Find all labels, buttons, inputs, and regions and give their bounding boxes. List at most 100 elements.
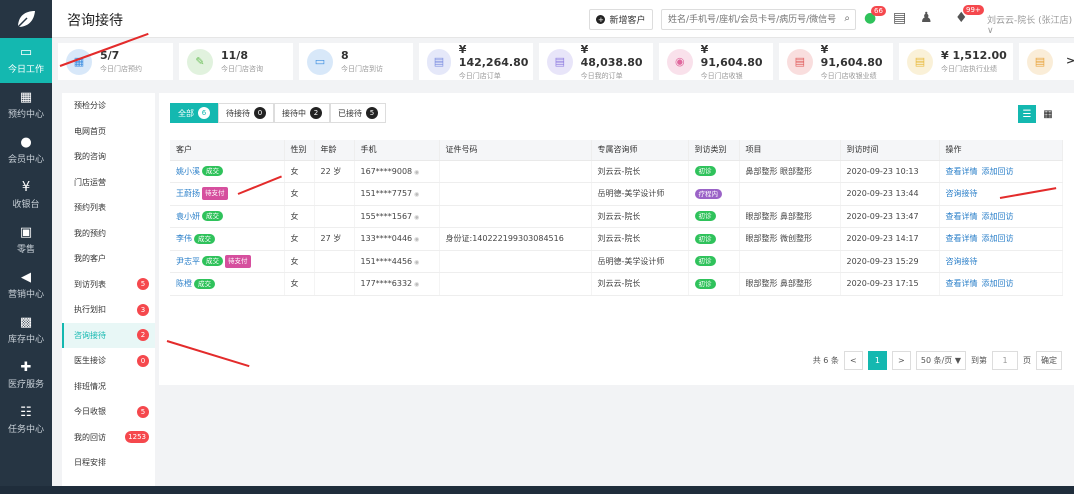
side-nav-item[interactable]: 我的咨询 xyxy=(62,144,155,170)
side-nav-item[interactable]: 我的预约 xyxy=(62,221,155,247)
user-menu[interactable]: 刘云云-院长 (张江店) ∨ xyxy=(987,13,1074,36)
side-nav-item[interactable]: 今日收银 5 xyxy=(62,399,155,425)
left-nav-item[interactable]: ● 会员中心 xyxy=(0,128,52,173)
stat-label: 今日门店收银业绩 xyxy=(820,71,877,80)
side-nav-item[interactable]: 日程安排 xyxy=(62,450,155,476)
stat-text: 11/8 今日门店咨询 xyxy=(221,49,263,74)
stats-bar: ▦ 5/7 今日门店预约 ✎ 11/8 今日门店咨询 ▭ 8 今日门店到访 ▤ ¥ 142,264.… xyxy=(52,38,1074,83)
consultant-value: 岳明德-美学设计师 xyxy=(597,189,665,199)
status-tab[interactable]: 已接待 5 xyxy=(330,103,386,123)
stat-card[interactable]: ✎ 11/8 今日门店咨询 xyxy=(179,43,293,80)
page-size-select[interactable]: 50 条/页 ▼ xyxy=(915,351,966,370)
left-nav-item[interactable]: ¥ 收银台 xyxy=(0,173,52,218)
eye-icon[interactable]: ◉ xyxy=(412,169,419,176)
customer-name-link[interactable]: 陈橙 xyxy=(176,279,192,288)
prev-page-button[interactable]: < xyxy=(843,351,863,370)
new-customer-button[interactable]: + 新增客户 xyxy=(589,9,653,30)
age-cell: 22 岁 xyxy=(314,160,355,183)
team-icon[interactable]: ♟ xyxy=(920,10,933,26)
stat-card[interactable]: ▤ ¥ 48,038.80 今日我的订单 xyxy=(539,43,653,80)
action-link[interactable]: 咨询接待 xyxy=(946,257,978,266)
current-page[interactable]: 1 xyxy=(867,351,887,370)
status-tab[interactable]: 待接待 0 xyxy=(218,103,274,123)
stat-card[interactable]: ▤ ¥ 142,264.80 今日门店订单 xyxy=(419,43,533,80)
goto-input[interactable]: 1 xyxy=(992,351,1018,370)
customer-name-link[interactable]: 姚小溪 xyxy=(176,167,200,176)
visit-type-cell: 疗程内 xyxy=(688,182,740,206)
stat-card[interactable]: ▤ ¥ 91,604.80 今日门店收银业绩 xyxy=(779,43,893,80)
stat-card[interactable]: ▭ 8 今日门店到访 xyxy=(299,43,413,80)
project-cell: 眼部整形 微创整形 xyxy=(739,227,841,251)
side-nav-item[interactable]: 门店运营 xyxy=(62,170,155,196)
customer-name-link[interactable]: 袁小妍 xyxy=(176,212,200,221)
customer-name-link[interactable]: 尹志平 xyxy=(176,257,200,266)
action-link[interactable]: 添加回访 xyxy=(982,279,1014,288)
side-nav-item[interactable]: 预约列表 xyxy=(62,195,155,221)
eye-icon[interactable]: ◉ xyxy=(412,214,419,221)
gender-cell: 女 xyxy=(284,182,315,206)
customer-cell: 姚小溪 成交 xyxy=(170,160,285,183)
action-link[interactable]: 查看详情 xyxy=(946,279,978,288)
left-nav-item[interactable]: ☷ 任务中心 xyxy=(0,398,52,443)
confirm-button[interactable]: 确定 xyxy=(1036,351,1062,370)
left-nav-item[interactable]: ▣ 零售 xyxy=(0,218,52,263)
customer-name-link[interactable]: 李伟 xyxy=(176,234,192,243)
side-nav-item[interactable]: 我的回访 1253 xyxy=(62,425,155,451)
eye-icon[interactable]: ◉ xyxy=(412,259,419,266)
stat-value: 8 xyxy=(341,49,349,62)
next-page-button[interactable]: > xyxy=(891,351,911,370)
status-tab[interactable]: 接待中 2 xyxy=(274,103,330,123)
stat-text: ¥ 142,264.80 今日门店订单 xyxy=(459,43,533,81)
side-nav-item[interactable]: 医生接诊 0 xyxy=(62,348,155,374)
action-link[interactable]: 添加回访 xyxy=(982,234,1014,243)
eye-icon[interactable]: ◉ xyxy=(412,236,419,243)
action-link[interactable]: 添加回访 xyxy=(982,212,1014,221)
leaf-logo-icon xyxy=(17,11,35,28)
more-stats-chevron-icon[interactable]: > xyxy=(1066,54,1074,67)
action-link[interactable]: 咨询接待 xyxy=(946,189,978,198)
side-nav-item[interactable]: 到访列表 5 xyxy=(62,272,155,298)
customer-cell: 王蔚扬 待支付 xyxy=(170,182,285,206)
action-link[interactable]: 查看详情 xyxy=(946,167,978,176)
report-icon[interactable]: ▤ xyxy=(893,10,906,26)
stat-card[interactable]: ◉ ¥ 91,604.80 今日门店收银 xyxy=(659,43,773,80)
time-cell: 2020-09-23 13:44 xyxy=(840,182,940,206)
search-box[interactable]: ⌕ xyxy=(661,9,856,30)
grid-view-icon[interactable]: ▦ xyxy=(1039,105,1057,123)
stat-label: 今日门店预约 xyxy=(100,65,142,73)
left-nav-item[interactable]: ◀ 营销中心 xyxy=(0,263,52,308)
action-link[interactable]: 添加回访 xyxy=(982,167,1014,176)
stat-text: ¥ 1,512.00 今日门店执行业绩 xyxy=(941,49,1007,74)
side-nav-item[interactable]: 执行划扣 3 xyxy=(62,297,155,323)
search-icon[interactable]: ⌕ xyxy=(844,13,850,24)
age-cell xyxy=(314,250,355,273)
left-nav-item[interactable]: ▭ 今日工作 xyxy=(0,38,52,83)
eye-icon[interactable]: ◉ xyxy=(412,281,419,288)
table-row: 陈橙 成交女 177****6332 ◉ 刘云云-院长 初诊 眼部整形 鼻部整形 2020-… xyxy=(170,272,1063,296)
visit-type-cell: 初诊 xyxy=(688,272,740,296)
time-value: 2020-09-23 14:17 xyxy=(846,234,919,244)
customer-name-link[interactable]: 王蔚扬 xyxy=(176,189,200,198)
action-link[interactable]: 查看详情 xyxy=(946,212,978,221)
nav-icon: ▭ xyxy=(19,45,33,60)
search-input[interactable] xyxy=(662,10,837,29)
list-view-icon[interactable]: ☰ xyxy=(1018,105,1036,123)
stat-label: 今日门店执行业绩 xyxy=(941,65,997,73)
side-nav-item[interactable]: 预检分诊 xyxy=(62,93,155,119)
stat-card[interactable]: ▤ ¥ 1,512.00 今日门店执行业绩 xyxy=(899,43,1013,80)
side-nav-item[interactable]: 电网首页 xyxy=(62,119,155,145)
nav-label: 营销中心 xyxy=(7,290,44,300)
phone-value: 155****1567 xyxy=(360,211,413,221)
status-tab[interactable]: 全部 6 xyxy=(170,103,218,123)
eye-icon[interactable]: ◉ xyxy=(412,191,419,198)
left-nav-item[interactable]: ✚ 医疗服务 xyxy=(0,353,52,398)
nav-label: 任务中心 xyxy=(7,425,44,435)
actions-cell: 查看详情 添加回访 xyxy=(939,272,1063,296)
side-nav-item[interactable]: 排班情况 xyxy=(62,374,155,400)
left-nav-item[interactable]: ▦ 预约中心 xyxy=(0,83,52,128)
side-nav-item[interactable]: 咨询接待 2 xyxy=(62,322,155,348)
left-nav-item[interactable]: ▩ 库存中心 xyxy=(0,308,52,353)
side-nav-item[interactable]: 我的客户 xyxy=(62,246,155,272)
nav-label: 今日工作 xyxy=(7,65,44,75)
action-link[interactable]: 查看详情 xyxy=(946,234,978,243)
